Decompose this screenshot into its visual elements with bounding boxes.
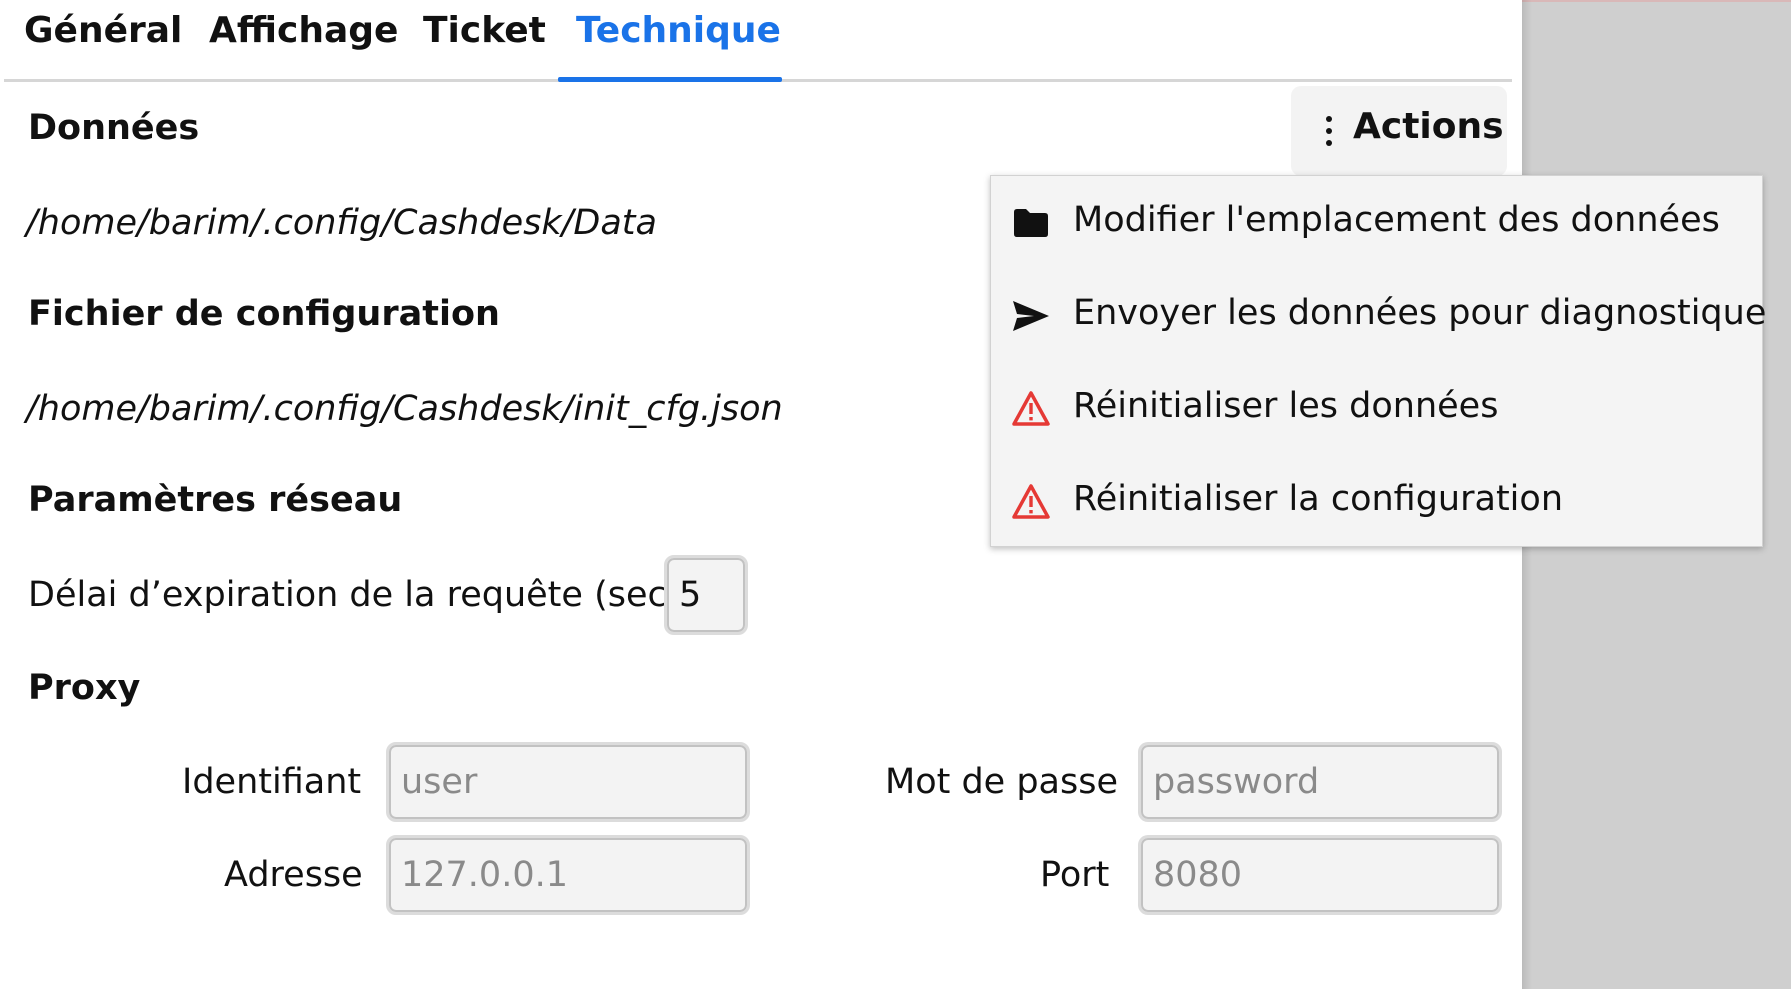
data-section-title: Données: [28, 108, 200, 148]
tab-bar: Général Affichage Ticket Technique: [4, 0, 1512, 82]
tab-general[interactable]: Général: [24, 10, 182, 51]
timeout-input[interactable]: [664, 555, 748, 635]
menu-item-reset-config[interactable]: Réinitialiser la configuration: [991, 455, 1762, 548]
timeout-label: Délai d’expiration de la requête (sec): [28, 575, 681, 615]
port-input[interactable]: [1138, 835, 1502, 915]
menu-item-change-data-location[interactable]: Modifier l'emplacement des données: [991, 176, 1762, 269]
password-input[interactable]: [1138, 742, 1502, 822]
settings-window: Général Affichage Ticket Technique Donné…: [0, 0, 1791, 989]
menu-item-label: Modifier l'emplacement des données: [1073, 200, 1720, 240]
proxy-section-title: Proxy: [28, 668, 141, 708]
config-path: /home/barim/.config/Cashdesk/init_cfg.js…: [26, 389, 783, 429]
menu-item-label: Envoyer les données pour diagnostique: [1073, 293, 1767, 333]
network-section-title: Paramètres réseau: [28, 480, 403, 520]
actions-button[interactable]: Actions: [1291, 86, 1507, 176]
menu-item-reset-data[interactable]: Réinitialiser les données: [991, 362, 1762, 455]
tab-affichage[interactable]: Affichage: [209, 10, 398, 51]
actions-menu: Modifier l'emplacement des données Envoy…: [990, 175, 1766, 548]
tab-ticket[interactable]: Ticket: [423, 10, 546, 51]
username-label: Identifiant: [182, 762, 362, 802]
port-label: Port: [1040, 855, 1110, 895]
kebab-vertical-icon: [1326, 116, 1332, 146]
warning-icon: [1012, 484, 1050, 519]
address-input[interactable]: [386, 835, 750, 915]
active-tab-indicator: [558, 77, 782, 82]
menu-item-label: Réinitialiser la configuration: [1073, 479, 1563, 519]
warning-icon: [1012, 391, 1050, 426]
tab-technique[interactable]: Technique: [576, 10, 781, 51]
menu-item-send-diagnostics[interactable]: Envoyer les données pour diagnostique: [991, 269, 1766, 362]
password-label: Mot de passe: [885, 762, 1119, 802]
folder-icon: [1014, 209, 1048, 237]
actions-button-label: Actions: [1353, 106, 1504, 147]
menu-item-label: Réinitialiser les données: [1073, 386, 1499, 426]
username-input[interactable]: [386, 742, 750, 822]
config-section-title: Fichier de configuration: [28, 294, 500, 334]
address-label: Adresse: [224, 855, 363, 895]
data-path: /home/barim/.config/Cashdesk/Data: [26, 203, 657, 243]
send-icon: [1013, 301, 1049, 331]
